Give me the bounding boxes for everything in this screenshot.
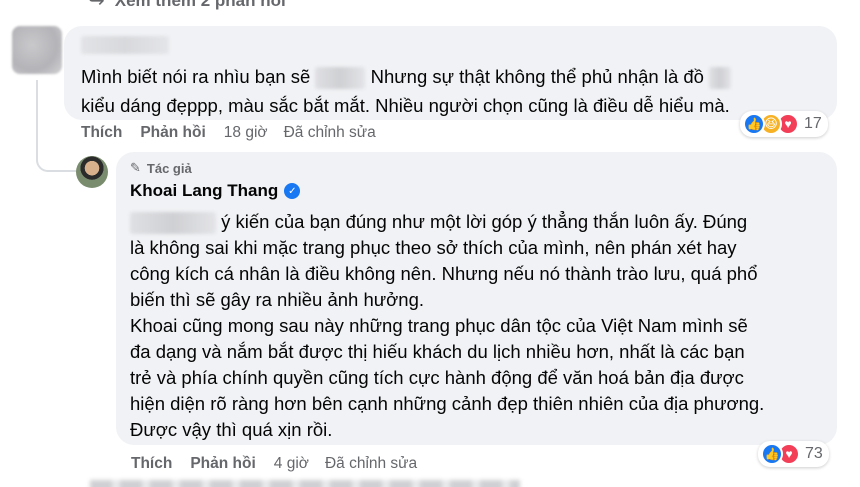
edited-label: Đã chỉnh sửa	[283, 124, 376, 141]
reply-button[interactable]: Phản hồi	[190, 455, 255, 473]
comment-text-part: Nhưng sự thật không thể phủ nhận là đồ	[365, 66, 710, 87]
author-name[interactable]: Khoai Lang Thang	[130, 181, 278, 201]
author-badge-label: Tác giả	[146, 160, 192, 176]
comment-text: Mình biết nói ra nhìu bạn sẽ Nhưng sự th…	[81, 62, 823, 120]
reactions-summary[interactable]: 👍 😆 ♥ 17	[740, 111, 828, 137]
reactions-summary[interactable]: 👍 ♥ 73	[758, 441, 829, 467]
timestamp[interactable]: 18 giờ	[224, 124, 268, 142]
author-name-row: Khoai Lang Thang ✓	[130, 181, 823, 201]
timestamp[interactable]: 4 giờ	[274, 455, 309, 473]
reply-button[interactable]: Phản hồi	[140, 124, 205, 142]
pencil-icon: ✎	[130, 160, 141, 175]
like-icon: 👍	[743, 113, 765, 135]
author-badge: ✎ Tác giả	[130, 160, 823, 176]
verified-badge-icon: ✓	[284, 183, 301, 199]
like-button[interactable]: Thích	[131, 455, 172, 473]
like-button[interactable]: Thích	[81, 124, 122, 142]
blurred-text	[315, 67, 366, 90]
reaction-count: 17	[804, 115, 822, 132]
reply-text-part: là không sai khi mặc trang phục theo sở …	[130, 237, 765, 440]
reply-text-part: ý kiến của bạn đúng như một lời góp ý th…	[216, 211, 748, 232]
reply-actions: Thích Phản hồi 4 giờ Đã chỉnh sửa	[131, 455, 433, 473]
reply-arrow-icon: ↪	[88, 0, 105, 12]
blurred-text	[709, 67, 732, 90]
reaction-count: 73	[805, 445, 823, 462]
reply-text: ý kiến của bạn đúng như một lời góp ý th…	[130, 209, 823, 443]
comment-text-part: kiểu dáng đẹppp, màu sắc bắt mắt. Nhiều …	[81, 95, 730, 116]
reply-bubble: ✎ Tác giả Khoai Lang Thang ✓ ý kiến của …	[116, 152, 837, 445]
comment-text-part: Mình biết nói ra nhìu bạn sẽ	[81, 66, 316, 87]
blurred-next-comment	[90, 480, 520, 487]
comment-actions: Thích Phản hồi 18 giờ Đã chỉnh sửa	[81, 124, 392, 142]
author-avatar[interactable]	[76, 156, 108, 188]
comment-bubble: Mình biết nói ra nhìu bạn sẽ Nhưng sự th…	[64, 26, 837, 120]
commenter-avatar[interactable]	[12, 26, 62, 74]
edited-label: Đã chỉnh sửa	[324, 455, 418, 472]
like-icon: 👍	[761, 443, 783, 465]
view-more-replies-label: Xem thêm 2 phản hồi	[114, 0, 286, 10]
commenter-name-blurred[interactable]	[81, 36, 169, 54]
blurred-mention[interactable]	[130, 212, 216, 235]
view-more-replies-link[interactable]: ↪ Xem thêm 2 phản hồi	[88, 0, 286, 13]
